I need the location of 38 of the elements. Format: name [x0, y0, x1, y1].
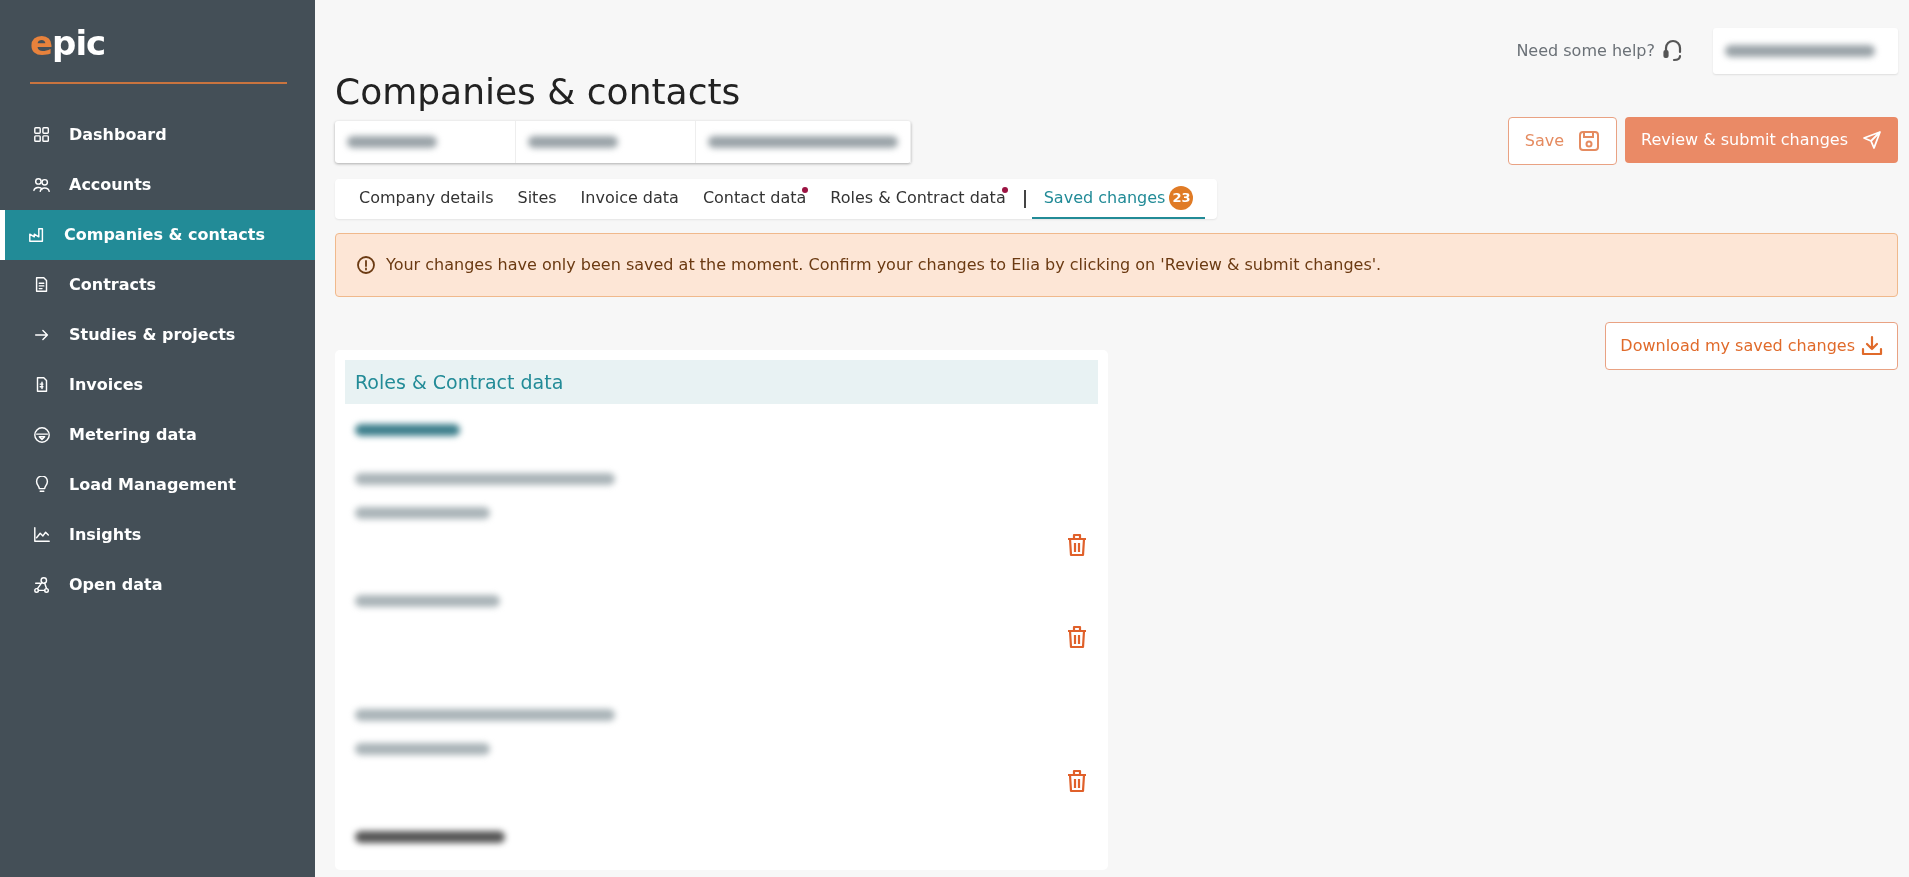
sidebar-item[interactable]: Contracts: [0, 259, 315, 310]
headset-icon: [1663, 39, 1683, 63]
tab[interactable]: Saved changes 23: [1031, 179, 1206, 220]
download-icon: [1861, 335, 1883, 358]
delete-icon[interactable]: [1066, 624, 1088, 649]
sidebar-item[interactable]: Accounts: [0, 159, 315, 210]
count-badge: 23: [1169, 186, 1194, 211]
page-title: Companies & contacts: [335, 70, 742, 114]
tab[interactable]: Contact data: [690, 179, 819, 220]
company-selector[interactable]: [335, 121, 911, 164]
help-link[interactable]: Need some help?: [1516, 39, 1655, 63]
user-menu[interactable]: [1713, 28, 1898, 74]
sidebar-item[interactable]: Companies & contacts: [0, 209, 315, 260]
sidebar-item[interactable]: Open data: [0, 559, 315, 610]
sidebar-item[interactable]: Metering data: [0, 409, 315, 460]
card-header: Roles & Contract data: [345, 360, 1098, 405]
sidebar-item[interactable]: Dashboard: [0, 109, 315, 160]
lightbulb-icon: [33, 475, 51, 494]
delete-icon[interactable]: [1066, 768, 1088, 793]
alert-message: Your changes have only been saved at the moment. Confirm your changes to Elia by clicking on 'Review & submit changes'.: [386, 254, 1382, 277]
sidebar-item[interactable]: Load Management: [0, 459, 315, 510]
factory-icon: [28, 225, 46, 244]
tab[interactable]: Invoice data: [568, 179, 691, 220]
people-icon: [33, 175, 51, 194]
tab[interactable]: Roles & Contract data: [818, 179, 1018, 220]
sidebar-item[interactable]: Insights: [0, 509, 315, 560]
send-icon: [1862, 130, 1882, 151]
sidebar-item[interactable]: Studies & projects: [0, 309, 315, 360]
meter-icon: [33, 425, 51, 444]
dashboard-icon: [33, 125, 51, 144]
tab[interactable]: Sites: [505, 179, 569, 220]
tab[interactable]: Company details: [347, 179, 506, 220]
network-icon: [33, 575, 51, 594]
info-icon: [356, 255, 376, 276]
delete-icon[interactable]: [1066, 532, 1088, 557]
sidebar-item[interactable]: Invoices: [0, 359, 315, 410]
chart-icon: [33, 525, 51, 544]
logo: epic: [30, 26, 106, 60]
